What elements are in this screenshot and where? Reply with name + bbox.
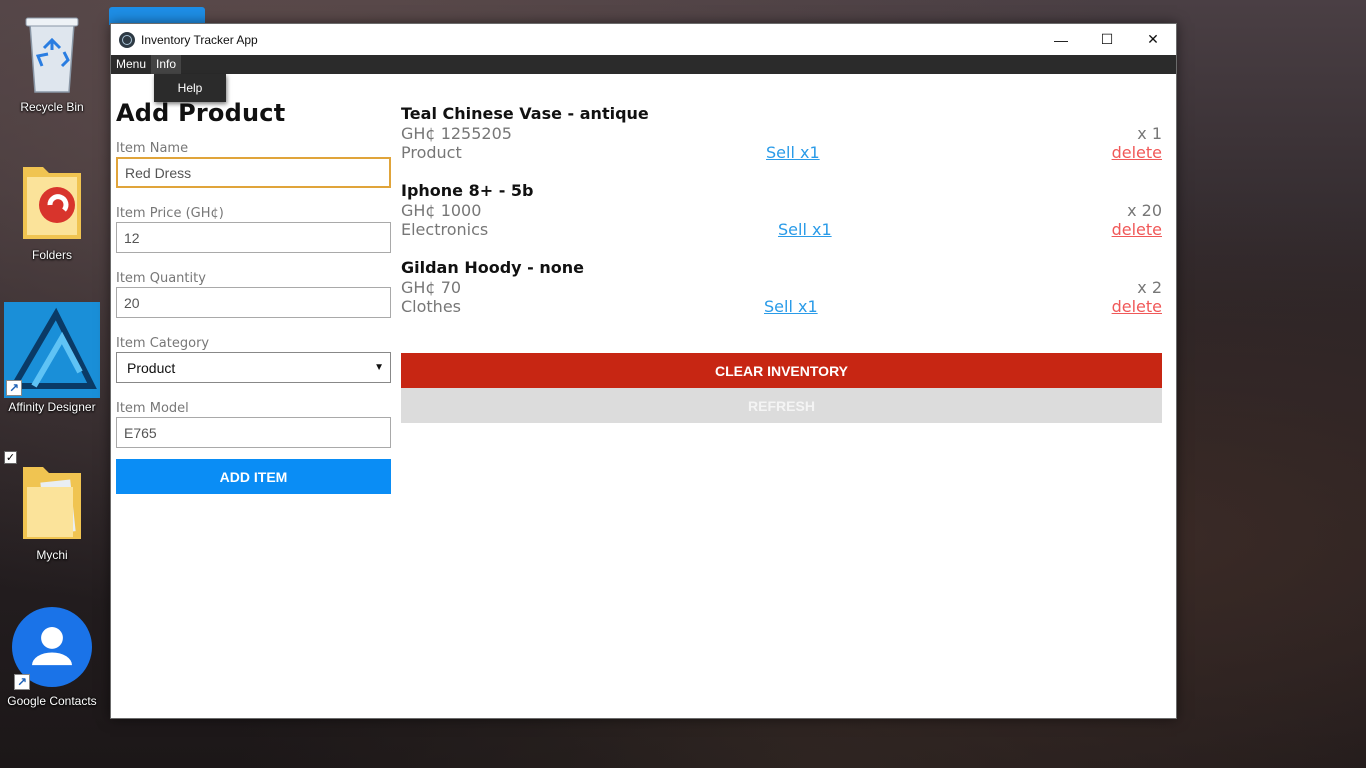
desktop-icon-mychi[interactable]: Mychi: [4, 456, 100, 562]
add-product-form: Add Product Item Name Red Dress Item Pri…: [116, 99, 391, 494]
item-name: Iphone 8+ - 5b: [401, 181, 534, 200]
item-name-input[interactable]: Red Dress: [116, 157, 391, 188]
app-icon: [119, 31, 135, 48]
menu-item-menu[interactable]: Menu: [111, 55, 151, 74]
add-item-button[interactable]: ADD ITEM: [116, 459, 391, 494]
delete-link[interactable]: delete: [1112, 297, 1162, 316]
sell-link[interactable]: Sell x1: [778, 220, 832, 239]
desktop-icon-google-contacts[interactable]: ↗ Google Contacts: [4, 602, 100, 708]
inventory-item: Gildan Hoody - none GH¢ 70 Clothes x 2 S…: [401, 258, 1162, 335]
desktop-icon-label: Folders: [31, 248, 72, 262]
minimize-button[interactable]: —: [1038, 24, 1084, 55]
delete-link[interactable]: delete: [1112, 220, 1162, 239]
ccleaner-folder-icon: [12, 156, 92, 246]
item-category-select[interactable]: Product ▼: [116, 352, 391, 383]
desktop-icon-label: Mychi: [36, 548, 68, 562]
clear-inventory-button[interactable]: CLEAR INVENTORY: [401, 353, 1162, 388]
refresh-button[interactable]: REFRESH: [401, 388, 1162, 423]
delete-link[interactable]: delete: [1112, 143, 1162, 162]
item-model-label: Item Model: [116, 401, 189, 416]
item-quantity: x 1: [1137, 124, 1162, 143]
inventory-list: Teal Chinese Vase - antique GH¢ 1255205 …: [401, 104, 1162, 423]
item-name: Gildan Hoody - none: [401, 258, 584, 277]
item-quantity: x 20: [1127, 201, 1162, 220]
maximize-button[interactable]: ☐: [1084, 24, 1130, 55]
app-window: Inventory Tracker App — ☐ ✕ Menu Info He…: [110, 23, 1177, 719]
item-price: GH¢ 1000: [401, 201, 482, 220]
contacts-icon: ↗: [12, 602, 92, 692]
item-name-label: Item Name: [116, 141, 189, 156]
item-category-value: Product: [127, 359, 176, 376]
inventory-item: Iphone 8+ - 5b GH¢ 1000 Electronics x 20…: [401, 181, 1162, 258]
item-price: GH¢ 1255205: [401, 124, 512, 143]
close-button[interactable]: ✕: [1130, 24, 1176, 55]
window-title: Inventory Tracker App: [141, 32, 258, 47]
desktop-icon-label: Recycle Bin: [20, 100, 84, 114]
item-name: Teal Chinese Vase - antique: [401, 104, 649, 123]
desktop-icon-affinity-designer[interactable]: ↗ Affinity Designer: [4, 302, 100, 414]
menu-bar: Menu Info: [111, 55, 1176, 74]
desktop-icon-label: Google Contacts: [7, 694, 97, 708]
item-quantity: x 2: [1137, 278, 1162, 297]
item-model-input[interactable]: E765: [116, 417, 391, 448]
menu-item-info[interactable]: Info: [151, 55, 182, 74]
desktop-icon-label: Affinity Designer: [8, 400, 96, 414]
sell-link[interactable]: Sell x1: [764, 297, 818, 316]
item-quantity-input[interactable]: 20: [116, 287, 391, 318]
affinity-designer-icon: ↗: [4, 302, 100, 398]
recycle-bin-icon: [12, 8, 92, 98]
shortcut-arrow-icon: ↗: [6, 380, 22, 396]
menu-item-help[interactable]: Help: [154, 74, 226, 102]
dropdown-arrow-icon: ▼: [374, 362, 384, 373]
shortcut-arrow-icon: ↗: [14, 674, 30, 690]
folder-icon: [12, 456, 92, 546]
item-quantity-label: Item Quantity: [116, 271, 206, 286]
desktop-icon-recycle-bin[interactable]: Recycle Bin: [4, 8, 100, 114]
form-heading: Add Product: [116, 99, 286, 127]
title-bar: Inventory Tracker App — ☐ ✕: [111, 24, 1176, 55]
inventory-item: Teal Chinese Vase - antique GH¢ 1255205 …: [401, 104, 1162, 181]
item-price: GH¢ 70: [401, 278, 462, 297]
item-price-input[interactable]: 12: [116, 222, 391, 253]
desktop-icon-folders[interactable]: Folders: [4, 156, 100, 262]
item-category-label: Item Category: [116, 336, 210, 351]
item-price-label: Item Price (GH¢): [116, 206, 224, 221]
sell-link[interactable]: Sell x1: [766, 143, 820, 162]
